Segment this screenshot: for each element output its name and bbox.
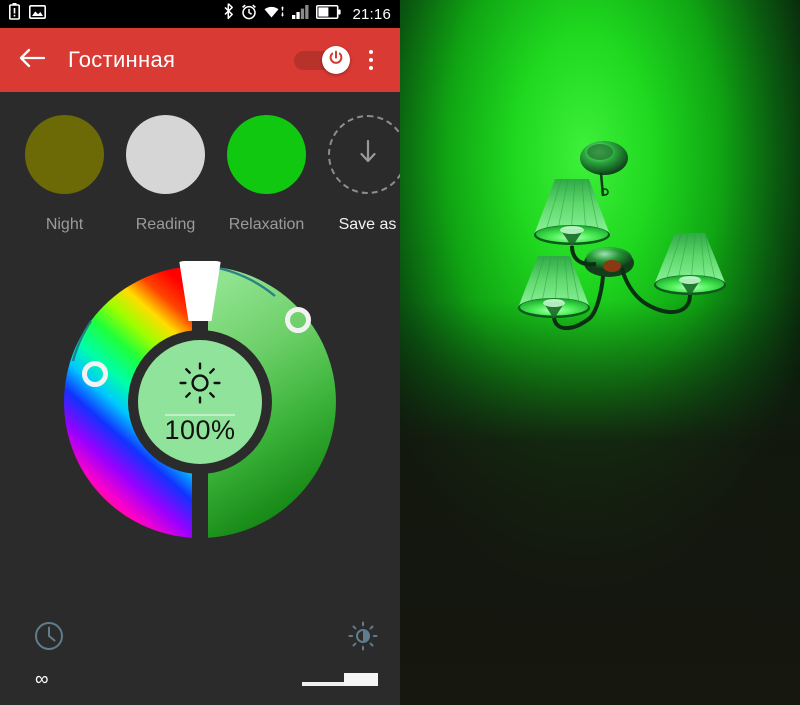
screenshot-icon: [29, 4, 46, 24]
preset-label: Save as: [338, 216, 397, 233]
brightness-sun-icon: [178, 361, 222, 410]
wifi-icon: [264, 4, 285, 24]
power-icon: [328, 50, 344, 71]
preset-night[interactable]: Night: [25, 115, 104, 234]
chandelier-green-light-photo: [400, 0, 800, 705]
power-toggle-knob: [322, 46, 350, 74]
down-arrow-icon: [359, 138, 377, 171]
preset-swatch[interactable]: [25, 115, 104, 194]
brightness-contrast-icon: [348, 621, 378, 656]
preset-relaxation[interactable]: Relaxation: [227, 115, 306, 234]
chandelier-hub: [584, 247, 634, 277]
hue-handle[interactable]: [82, 361, 108, 387]
preset-label: Night: [45, 216, 84, 233]
bottom-bar: ∞: [0, 607, 400, 705]
alarm-icon: [241, 4, 257, 25]
brightness-dial[interactable]: 100%: [138, 340, 262, 464]
app-bar-actions: [294, 43, 386, 77]
saturation-handle[interactable]: [285, 307, 311, 333]
preset-swatch[interactable]: [126, 115, 205, 194]
status-bar-clock: 21:16: [352, 5, 391, 23]
color-wheel[interactable]: 100%: [61, 261, 339, 545]
brightness-control[interactable]: [302, 621, 378, 688]
preset-reading[interactable]: Reading: [126, 115, 205, 234]
app-bar: Гостинная: [0, 28, 400, 92]
brightness-slider[interactable]: [302, 673, 378, 688]
preset-label: Relaxation: [228, 216, 305, 233]
phone-app-panel: 21:16 Гостинная Night Reading Relaxation…: [0, 0, 400, 705]
timer-control[interactable]: ∞: [34, 621, 64, 689]
preset-save-swatch[interactable]: [328, 115, 400, 194]
status-bar: 21:16: [0, 0, 400, 28]
clock-icon: [34, 621, 64, 656]
dark-lower-area: [400, 300, 800, 705]
overflow-menu-button[interactable]: [356, 43, 386, 77]
color-wheel-area: 100%: [0, 257, 400, 575]
back-button[interactable]: [14, 42, 50, 78]
brightness-value: 100%: [164, 414, 236, 445]
overflow-menu-icon: [369, 50, 373, 54]
power-toggle[interactable]: [294, 46, 350, 74]
page-title: Гостинная: [68, 47, 176, 72]
preset-swatch[interactable]: [227, 115, 306, 194]
preset-list: Night Reading Relaxation Save as: [0, 92, 400, 257]
status-bar-left-icons: [9, 3, 46, 25]
back-arrow-icon: [19, 48, 46, 73]
screenshot-root: 21:16 Гостинная Night Reading Relaxation…: [0, 0, 800, 705]
battery-icon: [316, 4, 342, 24]
battery-alert-icon: [9, 3, 20, 25]
status-bar-right-icons: 21:16: [223, 3, 391, 25]
timer-value: ∞: [35, 669, 49, 690]
preset-save-as[interactable]: Save as: [328, 115, 400, 234]
signal-icon: [292, 4, 309, 24]
brightness-slider-rail: [302, 682, 348, 686]
photo-svg: [400, 0, 800, 705]
bluetooth-icon: [223, 3, 234, 25]
brightness-slider-fill: [344, 673, 378, 686]
preset-label: Reading: [135, 216, 196, 233]
